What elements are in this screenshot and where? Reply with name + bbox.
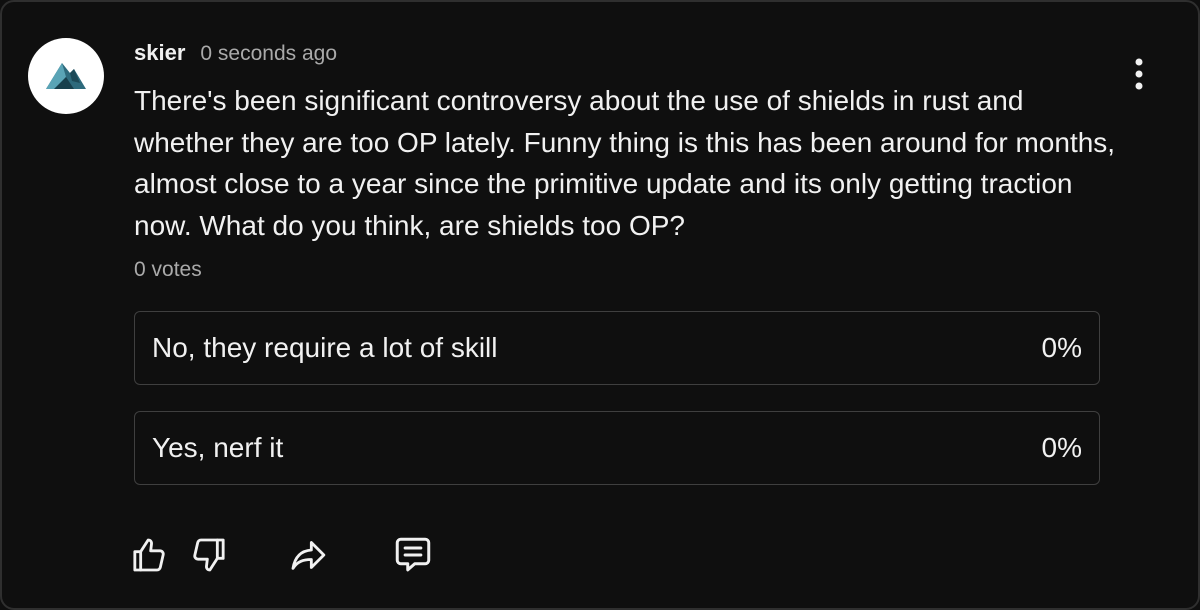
avatar[interactable]: [28, 38, 104, 114]
poll-option-percent: 0%: [1041, 432, 1082, 463]
thumbs-down-icon: [193, 538, 225, 572]
share-button[interactable]: [285, 532, 331, 578]
post-timestamp[interactable]: 0 seconds ago: [200, 42, 337, 66]
dislike-button[interactable]: [186, 532, 232, 578]
post-header: skier 0 seconds ago: [134, 40, 337, 66]
poll-option-percent: 0%: [1041, 332, 1082, 363]
author-name[interactable]: skier: [134, 40, 185, 66]
action-bar: [2, 532, 1198, 578]
poll-option-label: Yes, nerf it: [152, 432, 284, 463]
poll-option-label: No, they require a lot of skill: [152, 332, 498, 363]
reply-button[interactable]: [390, 532, 436, 578]
share-arrow-icon: [291, 541, 326, 570]
like-button[interactable]: [126, 532, 172, 578]
vote-count: 0 votes: [134, 258, 202, 281]
post-text: There's been significant controversy abo…: [134, 85, 1116, 241]
community-post-card: skier 0 seconds ago There's been signifi…: [0, 0, 1200, 610]
mountain-logo-icon: [46, 63, 86, 89]
thumbs-up-icon: [133, 538, 165, 572]
comment-icon: [395, 537, 431, 572]
poll-option[interactable]: Yes, nerf it 0%: [134, 411, 1100, 485]
more-actions-button[interactable]: [1124, 54, 1154, 94]
kebab-menu-icon: [1135, 58, 1143, 90]
poll-option[interactable]: No, they require a lot of skill 0%: [134, 311, 1100, 385]
